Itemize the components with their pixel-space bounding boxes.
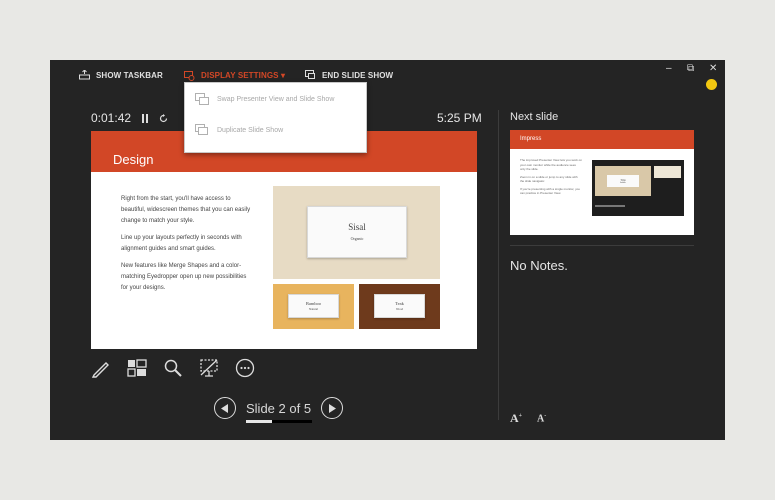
teak-theme-image: Teak Wood: [359, 284, 440, 329]
bamboo-card: Bamboo Natural: [288, 294, 339, 318]
slide-counter[interactable]: Slide 2 of 5: [246, 400, 312, 423]
next-slide-paragraph: Zoom in on a slide or jump to any slide …: [520, 174, 578, 184]
more-options-icon[interactable]: [234, 357, 256, 379]
current-slide[interactable]: Design Right from the start, you'll have…: [91, 131, 477, 349]
black-screen-icon[interactable]: [198, 357, 220, 379]
feedback-smiley-icon[interactable]: [706, 79, 717, 90]
next-slide-heading: Next slide: [510, 111, 559, 123]
teak-card: Teak Wood: [374, 294, 425, 318]
bamboo-theme-image: Bamboo Natural: [273, 284, 354, 329]
display-settings-icon: [184, 71, 195, 81]
elapsed-timer: 0:01:42: [91, 111, 132, 125]
duplicate-icon: [195, 124, 208, 135]
close-button[interactable]: ✕: [709, 63, 717, 74]
notes-divider: [510, 245, 694, 246]
sisal-card: Sisal Organic: [307, 206, 407, 258]
next-slide-thumb-image: Title Subtitle: [595, 166, 651, 196]
slide-body-text: Right from the start, you'll have access…: [121, 194, 251, 300]
next-slide-body: The improved Presenter View lets you wor…: [520, 158, 582, 199]
duplicate-slide-show-label: Duplicate Slide Show: [217, 126, 284, 134]
swap-presenter-view-label: Swap Presenter View and Slide Show: [217, 95, 335, 103]
bamboo-title: Bamboo: [305, 301, 322, 306]
slide-paragraph: Line up your layouts perfectly in second…: [121, 235, 242, 252]
next-slide-paragraph: The improved Presenter View lets you wor…: [520, 158, 582, 171]
taskbar-icon: [79, 70, 90, 80]
restart-timer-icon[interactable]: [159, 113, 168, 123]
next-slide-thumb-bar: [595, 205, 625, 207]
minimize-button[interactable]: –: [666, 63, 672, 74]
next-slide-thumb-card: Title Subtitle: [607, 175, 639, 187]
swap-presenter-view-item[interactable]: Swap Presenter View and Slide Show: [195, 93, 334, 105]
slide-progress-bar: [246, 419, 312, 423]
restore-button[interactable]: ⧉: [687, 63, 694, 74]
slide-paragraph: New features like Merge Shapes and a col…: [121, 263, 247, 291]
pause-timer-icon[interactable]: [141, 113, 149, 123]
next-slide-title: Impress: [520, 136, 542, 142]
next-slide-screenshot: Title Subtitle: [592, 160, 684, 216]
next-arrow-icon: [329, 403, 337, 413]
duplicate-slide-show-item[interactable]: Duplicate Slide Show: [195, 124, 283, 136]
see-all-slides-icon[interactable]: [126, 357, 148, 379]
sisal-title: Sisal: [348, 222, 366, 232]
presenter-tools: [90, 357, 256, 379]
presenter-view-window: SHOW TASKBAR DISPLAY SETTINGS ▾ END SLID…: [50, 60, 725, 440]
sisal-theme-image: Sisal Organic: [273, 186, 440, 279]
current-time: 5:25 PM: [437, 111, 482, 125]
speaker-notes[interactable]: No Notes.: [510, 258, 568, 273]
timer-bar: 0:01:42: [91, 111, 168, 125]
slide-progress-fill: [246, 419, 273, 423]
end-show-icon: [305, 70, 315, 79]
increase-font-icon[interactable]: A+: [510, 411, 522, 426]
next-slide-thumb-subtitle: Subtitle: [619, 182, 627, 184]
slide-counter-label: Slide 2 of 5: [246, 400, 312, 416]
sisal-subtitle: Organic: [350, 236, 364, 241]
previous-arrow-icon: [221, 403, 228, 413]
display-settings-label: DISPLAY SETTINGS ▾: [201, 71, 286, 80]
next-slide-preview[interactable]: Impress The improved Presenter View lets…: [510, 130, 694, 235]
slide-paragraph: Right from the start, you'll have access…: [121, 196, 251, 224]
show-taskbar-button[interactable]: SHOW TASKBAR: [79, 70, 163, 80]
display-settings-button[interactable]: DISPLAY SETTINGS ▾: [184, 70, 285, 81]
next-slide-thumb-mini: [654, 166, 681, 178]
teak-title: Teak: [395, 301, 404, 306]
next-slide-title-band: Impress: [510, 130, 694, 149]
next-slide-paragraph: If you're presenting with a single monit…: [520, 186, 580, 196]
show-taskbar-label: SHOW TASKBAR: [96, 70, 163, 80]
slide-navigation: Slide 2 of 5: [214, 397, 344, 423]
pen-tool-icon[interactable]: [90, 357, 112, 379]
swap-view-icon: [195, 93, 209, 105]
decrease-font-icon[interactable]: A-: [537, 413, 546, 424]
teak-subtitle: Wood: [395, 307, 404, 311]
slide-title: Design: [113, 152, 154, 167]
display-settings-menu: Swap Presenter View and Slide Show Dupli…: [184, 82, 367, 153]
end-slide-show-button[interactable]: END SLIDE SHOW: [305, 70, 393, 80]
next-slide-button[interactable]: [321, 397, 344, 419]
end-slide-show-label: END SLIDE SHOW: [322, 70, 394, 80]
bamboo-subtitle: Natural: [309, 307, 318, 311]
zoom-magnifier-icon[interactable]: [162, 357, 184, 379]
previous-slide-button[interactable]: [214, 397, 236, 419]
pane-divider[interactable]: [498, 110, 499, 420]
